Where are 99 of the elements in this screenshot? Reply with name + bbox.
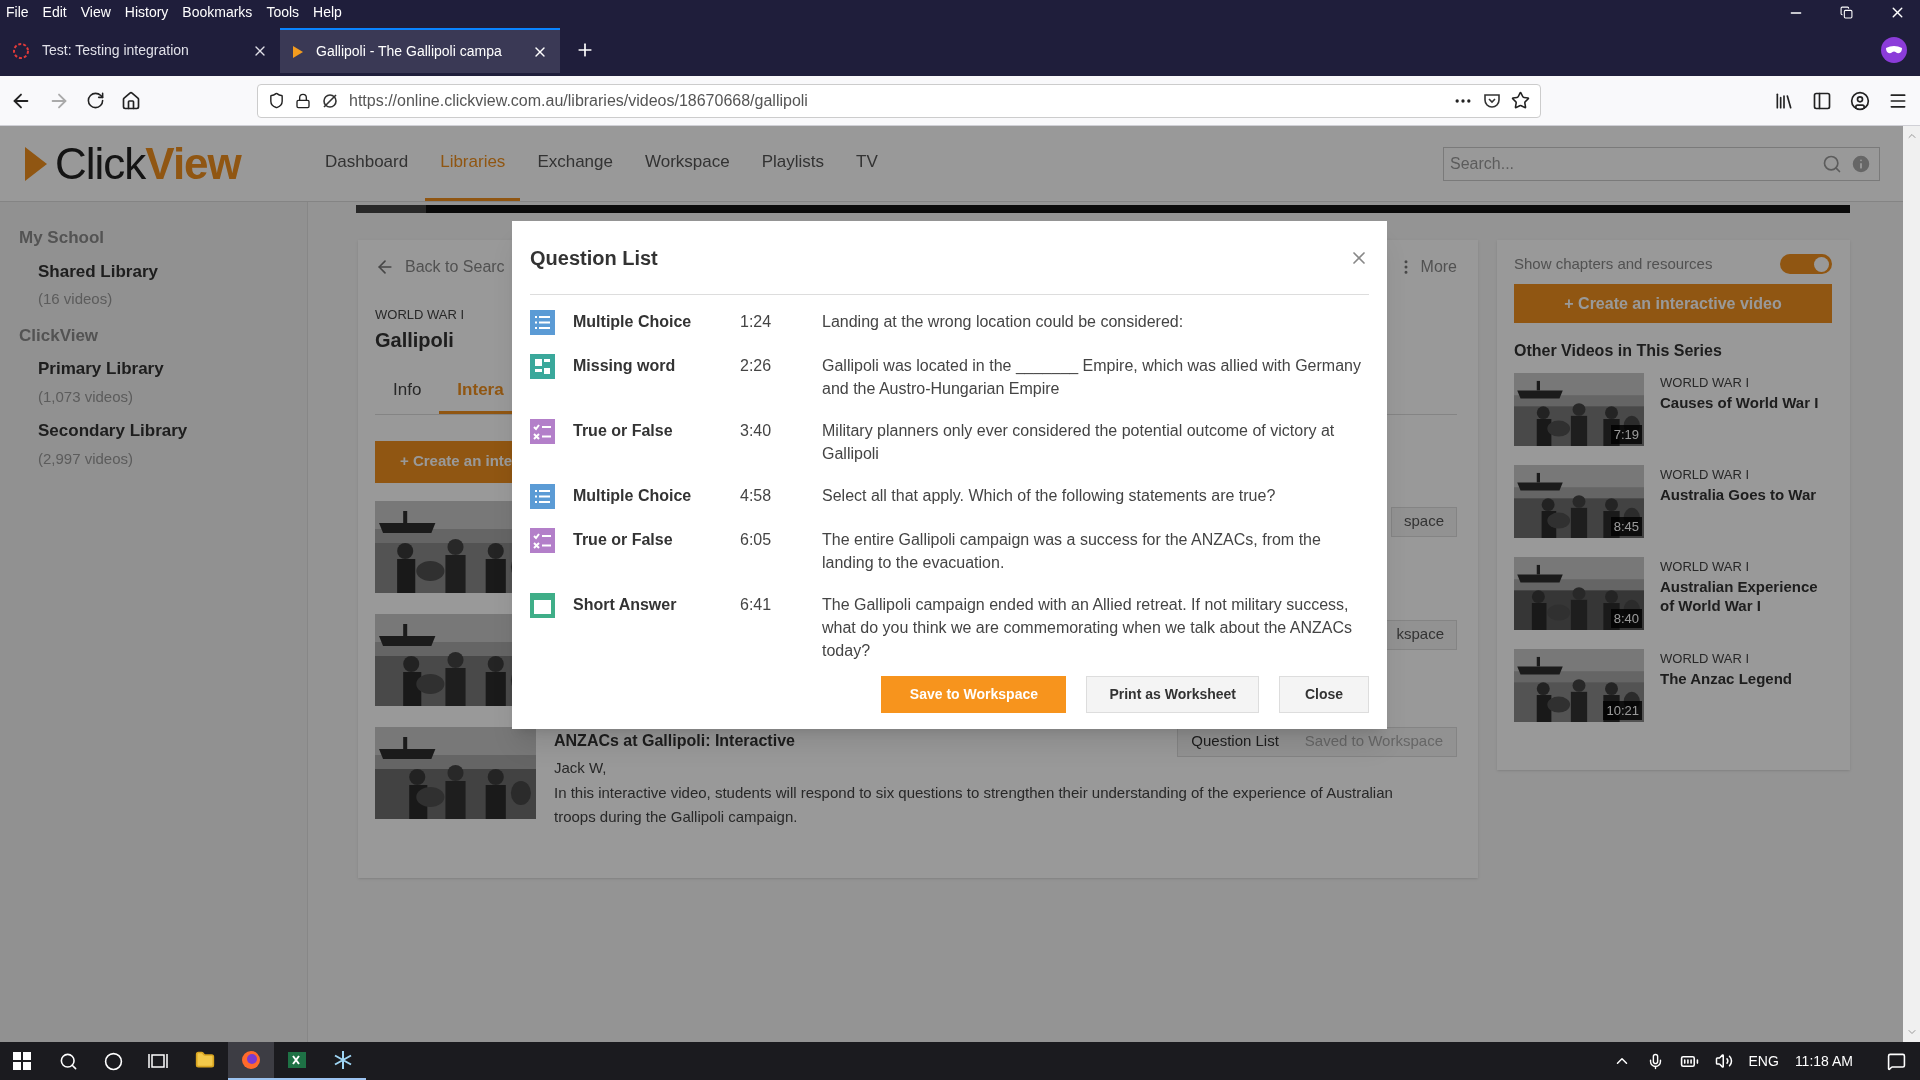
list-icon — [530, 310, 555, 335]
question-time: 6:41 — [740, 595, 773, 615]
toggle-switch[interactable] — [1780, 254, 1832, 274]
library-link[interactable]: Primary Library — [38, 356, 307, 382]
play-icon — [25, 146, 47, 181]
nav-link[interactable]: Exchange — [522, 126, 628, 201]
question-type: Missing word — [573, 356, 677, 376]
volume-icon[interactable] — [1714, 1052, 1733, 1070]
language-indicator[interactable]: ENG — [1748, 1050, 1779, 1072]
menu-item[interactable]: Tools — [266, 2, 300, 23]
nav-link[interactable]: Dashboard — [310, 126, 424, 201]
reload-icon[interactable] — [86, 91, 105, 110]
spinner-icon — [12, 41, 30, 60]
video-title[interactable]: Causes of World War I — [1660, 392, 1832, 412]
video-title: Gallipoli — [375, 327, 454, 353]
restore-icon[interactable] — [1840, 6, 1853, 19]
back-link[interactable]: Back to Searc — [405, 255, 505, 279]
browser-icon — [241, 1050, 261, 1070]
question-text: The entire Gallipoli campaign was a success for the ANZACs, from the landing to the evacuation. — [822, 530, 1322, 573]
search-icon[interactable] — [59, 1051, 78, 1071]
library-link[interactable]: Secondary Library — [38, 418, 307, 444]
video-title[interactable]: Australia Goes to War — [1660, 484, 1832, 504]
url-text: https://online.clickview.com.au/libraries/videos/18670668/gallipoli — [349, 90, 808, 111]
question-type: True or False — [573, 530, 674, 550]
video-title[interactable]: The Anzac Legend — [1660, 668, 1832, 688]
menu-item[interactable]: Edit — [42, 2, 67, 23]
question-time: 6:05 — [740, 530, 773, 550]
star-icon[interactable] — [1511, 91, 1530, 110]
pocket-icon[interactable] — [1483, 91, 1501, 110]
nav-link[interactable]: Playlists — [746, 126, 840, 201]
menu-item[interactable]: Bookmarks — [182, 2, 253, 23]
series-label: WORLD WAR I — [375, 306, 465, 324]
series-label: WORLD WAR I — [1660, 466, 1751, 484]
section-heading: My School — [18, 227, 105, 249]
series-label: WORLD WAR I — [1660, 558, 1751, 576]
action-button[interactable]: Question List — [1178, 727, 1292, 756]
series-label: WORLD WAR I — [1660, 374, 1751, 392]
dialog-button[interactable]: Print as Worksheet — [1086, 676, 1259, 713]
checklist-icon — [530, 528, 555, 553]
folder-icon — [195, 1050, 215, 1070]
play-icon — [292, 44, 304, 59]
question-time: 1:24 — [740, 312, 773, 332]
account-icon[interactable] — [1850, 90, 1870, 111]
checklist-icon — [530, 419, 555, 444]
question-type: Short Answer — [573, 595, 678, 615]
snowflake-icon — [333, 1050, 353, 1070]
list-icon — [530, 484, 555, 509]
answer-box-icon — [530, 593, 555, 618]
browser-tab[interactable]: Gallipoli - The Gallipoli campa — [280, 28, 560, 73]
shield-icon[interactable] — [268, 92, 285, 109]
lock-icon — [295, 92, 311, 109]
nav-link[interactable]: TV — [841, 126, 893, 201]
video-title[interactable]: Australian Experience of World War I — [1660, 576, 1832, 615]
video-description: In this interactive video, students will respond to six questions to strengthen their understanding of the experience of Australian troops during the Gallipoli campaign. — [554, 783, 1394, 827]
question-text: Military planners only ever considered the potential outcome of victory at Gallipoli — [822, 421, 1336, 464]
task-view-icon[interactable] — [148, 1052, 168, 1070]
notifications-icon[interactable] — [1887, 1051, 1906, 1071]
browser-tab[interactable]: Test: Testing integration — [0, 28, 280, 73]
tab-title: Test: Testing integration — [42, 41, 189, 60]
dialog-button[interactable]: Close — [1279, 676, 1369, 713]
home-icon[interactable] — [121, 90, 141, 111]
series-label: WORLD WAR I — [1660, 650, 1751, 668]
section-heading: ClickView — [18, 324, 100, 347]
logo[interactable]: ClickView — [55, 141, 241, 186]
question-text: Gallipoli was located in the _______ Empire, which was allied with Germany and the Austro-Hungarian Empire — [822, 356, 1362, 399]
question-text: The Gallipoli campaign ended with an Allied retreat. If not military success, what do you think we are commemorating when we talk about the ANZACs today? — [822, 595, 1354, 661]
toggle-label: Show chapters and resources — [1514, 253, 1713, 274]
content-tab[interactable]: Info — [375, 368, 440, 414]
menu-item[interactable]: Help — [313, 2, 342, 23]
question-text: Select all that apply. Which of the following statements are true? — [822, 486, 1276, 506]
taskbar-app[interactable] — [228, 1042, 274, 1080]
workspace-button[interactable]: space — [1390, 506, 1457, 537]
author-name: Jack W, — [554, 757, 608, 778]
url-field[interactable]: https://online.clickview.com.au/libraries/videos/18670668/gallipoli — [257, 83, 1541, 118]
nav-link[interactable]: Workspace — [630, 126, 745, 201]
section-heading: Other Videos in This Series — [1514, 341, 1723, 361]
clock[interactable]: 11:18 AM — [1794, 1050, 1853, 1072]
question-type: Multiple Choice — [573, 312, 693, 332]
permissions-icon[interactable] — [321, 91, 339, 110]
question-type: True or False — [573, 421, 674, 441]
blocks-icon — [530, 354, 555, 379]
windows-icon[interactable] — [13, 1052, 31, 1070]
question-time: 4:58 — [740, 486, 773, 506]
menu-item[interactable]: View — [80, 2, 111, 23]
menu-item[interactable]: File — [6, 2, 29, 23]
spreadsheet-icon — [287, 1050, 307, 1070]
dialog-title: Question List — [530, 245, 658, 271]
question-type: Multiple Choice — [573, 486, 693, 506]
more-link[interactable]: More — [1420, 255, 1457, 279]
question-text: Landing at the wrong location could be considered: — [822, 312, 1184, 332]
sidebar-icon[interactable] — [1812, 90, 1832, 111]
video-title[interactable]: ANZACs at Gallipoli: Interactive — [554, 728, 795, 753]
mask-icon — [1880, 36, 1908, 64]
circle-icon[interactable] — [104, 1051, 123, 1071]
menu-item[interactable]: History — [124, 2, 169, 23]
question-time: 2:26 — [740, 356, 773, 376]
tab-title: Gallipoli - The Gallipoli campa — [316, 42, 502, 61]
question-time: 3:40 — [740, 421, 773, 441]
library-link[interactable]: Shared Library — [38, 258, 307, 284]
